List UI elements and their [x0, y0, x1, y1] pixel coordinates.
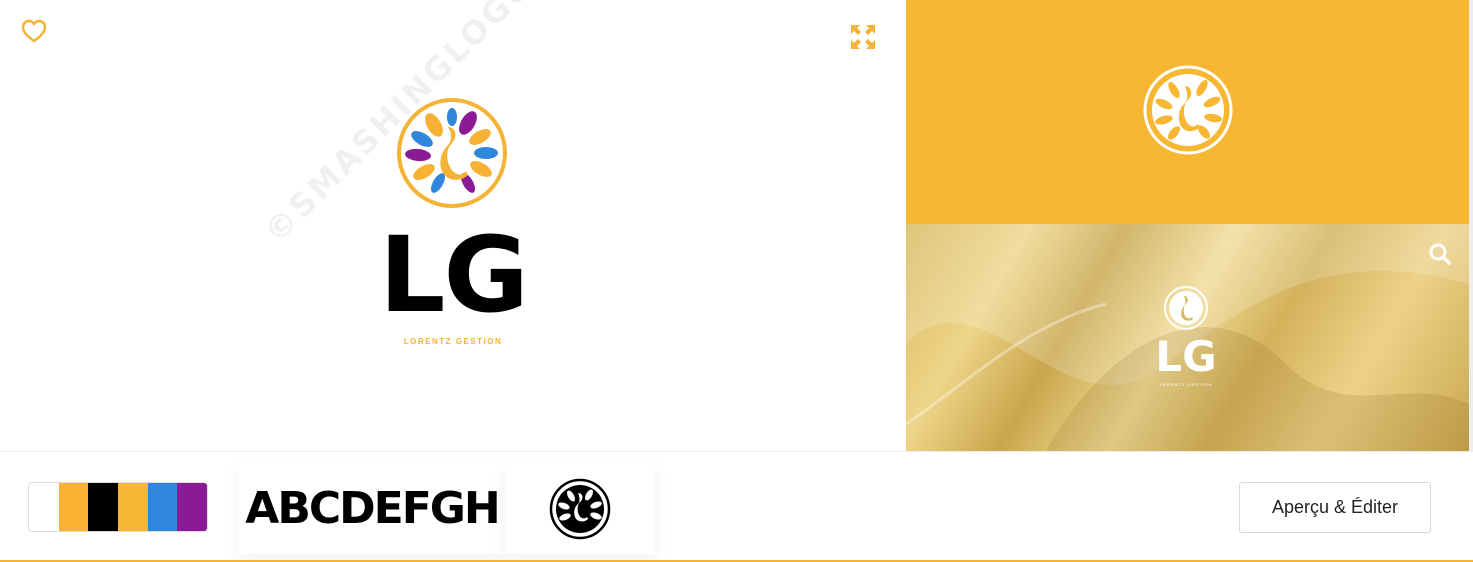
mockup-tagline: LORENTZ GESTION: [1159, 382, 1213, 387]
color-swatch: [118, 483, 148, 531]
mockup-yellow-background: [906, 0, 1469, 224]
preview-edit-button[interactable]: Aperçu & Éditer: [1239, 482, 1431, 533]
black-emblem-icon: [549, 478, 611, 540]
mockup-panel: LG LORENTZ GESTION: [906, 0, 1473, 451]
scrollbar[interactable]: [1469, 0, 1473, 451]
main-logo-preview: ©SMASHINGLOGO LG LORENTZ GESTION: [0, 0, 906, 451]
mockup-initials: LG: [1155, 332, 1217, 381]
font-sample-text: ABCDEFGH: [245, 483, 500, 534]
color-palette: [28, 482, 208, 532]
font-sample-card: ABCDEFGH: [239, 464, 505, 554]
mockup-texture-background: LG LORENTZ GESTION: [906, 224, 1469, 451]
small-white-emblem-icon: [1164, 286, 1208, 330]
icon-sample-card: [505, 464, 655, 554]
expand-icon: [851, 25, 875, 49]
color-swatch: [58, 483, 89, 531]
expand-button[interactable]: [848, 22, 878, 52]
search-icon: [1429, 243, 1451, 265]
logo-initials: LG: [379, 214, 529, 336]
color-swatch: [29, 483, 59, 531]
logo-details-bar: ABCDEFGH Aperçu & Éditer: [0, 451, 1473, 562]
zoom-button[interactable]: [1428, 242, 1452, 266]
color-swatch: [88, 483, 119, 531]
color-swatch: [147, 483, 178, 531]
color-swatch: [177, 483, 207, 531]
heart-icon: [21, 19, 47, 43]
white-emblem-icon: [1143, 65, 1233, 155]
logo-emblem-icon: [397, 98, 507, 208]
logo-tagline: LORENTZ GESTION: [403, 337, 503, 346]
favorite-button[interactable]: [20, 18, 48, 44]
